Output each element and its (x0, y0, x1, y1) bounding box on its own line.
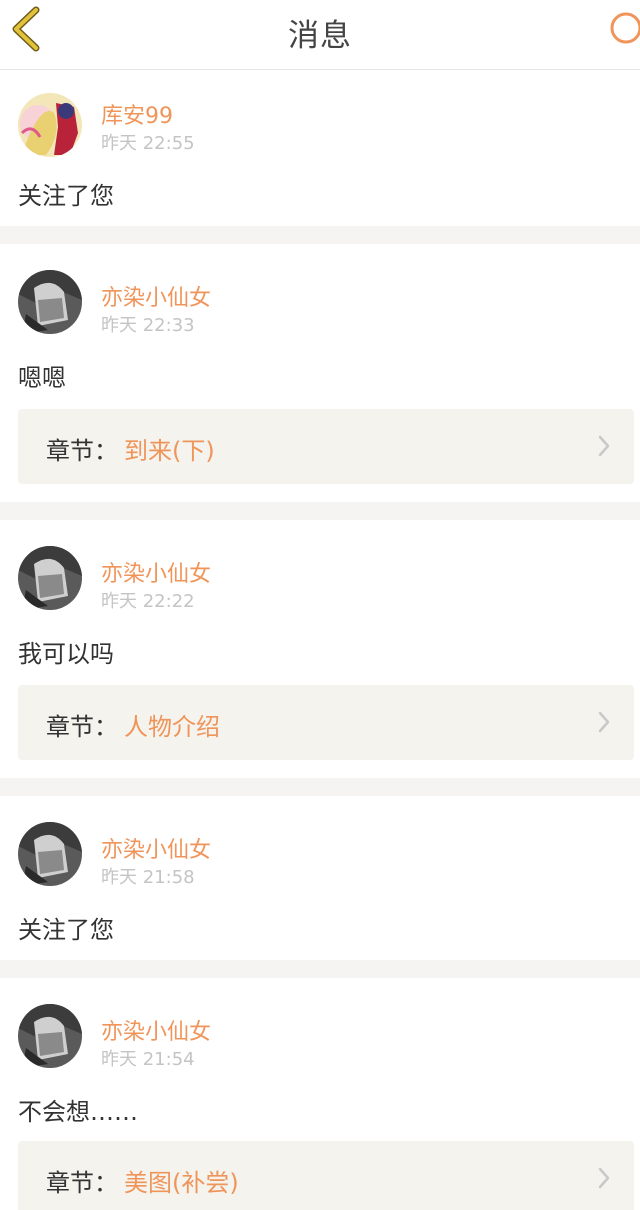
chapter-title: 人物介绍 (124, 713, 220, 741)
chevron-right-icon (598, 435, 610, 457)
chapter-label: 章节： (46, 713, 118, 741)
avatar[interactable] (18, 270, 82, 334)
timestamp: 昨天 22:55 (101, 133, 195, 154)
chapter-label: 章节： (46, 437, 118, 465)
avatar[interactable] (18, 1004, 82, 1068)
message-item[interactable]: 亦染小仙女 昨天 21:54 不会想…… 章节： 美图(补尝) (0, 978, 640, 1210)
username[interactable]: 亦染小仙女 (101, 280, 211, 312)
chapter-link[interactable]: 章节： 到来(下) (18, 409, 634, 484)
username[interactable]: 亦染小仙女 (101, 832, 211, 864)
message-item[interactable]: 亦染小仙女 昨天 22:22 我可以吗 章节： 人物介绍 (0, 520, 640, 778)
chapter-link[interactable]: 章节： 美图(补尝) (18, 1141, 634, 1210)
timestamp: 昨天 21:54 (101, 1049, 195, 1070)
chapter-title: 美图(补尝) (124, 1169, 239, 1197)
chapter-link[interactable]: 章节： 人物介绍 (18, 685, 634, 760)
username[interactable]: 亦染小仙女 (101, 1014, 211, 1046)
username[interactable]: 亦染小仙女 (101, 556, 211, 588)
message-text: 关注了您 (18, 182, 114, 210)
divider (0, 778, 640, 796)
avatar[interactable] (18, 546, 82, 610)
timestamp: 昨天 21:58 (101, 867, 195, 888)
timestamp: 昨天 22:22 (101, 591, 195, 612)
search-button[interactable] (606, 8, 640, 48)
message-text: 关注了您 (18, 916, 114, 944)
divider (0, 502, 640, 520)
avatar[interactable] (18, 93, 82, 157)
message-text: 我可以吗 (18, 640, 114, 668)
message-item[interactable]: 亦染小仙女 昨天 22:33 嗯嗯 章节： 到来(下) (0, 244, 640, 502)
chapter-label: 章节： (46, 1169, 118, 1197)
message-text: 嗯嗯 (18, 364, 66, 392)
message-text: 不会想…… (18, 1098, 138, 1126)
timestamp: 昨天 22:33 (101, 315, 195, 336)
chevron-right-icon (598, 1167, 610, 1189)
page-title: 消息 (288, 18, 352, 54)
avatar[interactable] (18, 822, 82, 886)
username[interactable]: 库安99 (101, 98, 173, 130)
search-icon (610, 12, 640, 44)
chapter-title: 到来(下) (124, 437, 215, 465)
message-item[interactable]: 亦染小仙女 昨天 21:58 关注了您 (0, 796, 640, 960)
top-bar: 消息 (0, 0, 640, 70)
message-list: 库安99 昨天 22:55 关注了您 亦染小仙女 昨天 22:33 嗯嗯 章节：… (0, 71, 640, 1210)
divider (0, 960, 640, 978)
divider (0, 226, 640, 244)
chevron-right-icon (598, 711, 610, 733)
message-item[interactable]: 库安99 昨天 22:55 关注了您 (0, 71, 640, 226)
